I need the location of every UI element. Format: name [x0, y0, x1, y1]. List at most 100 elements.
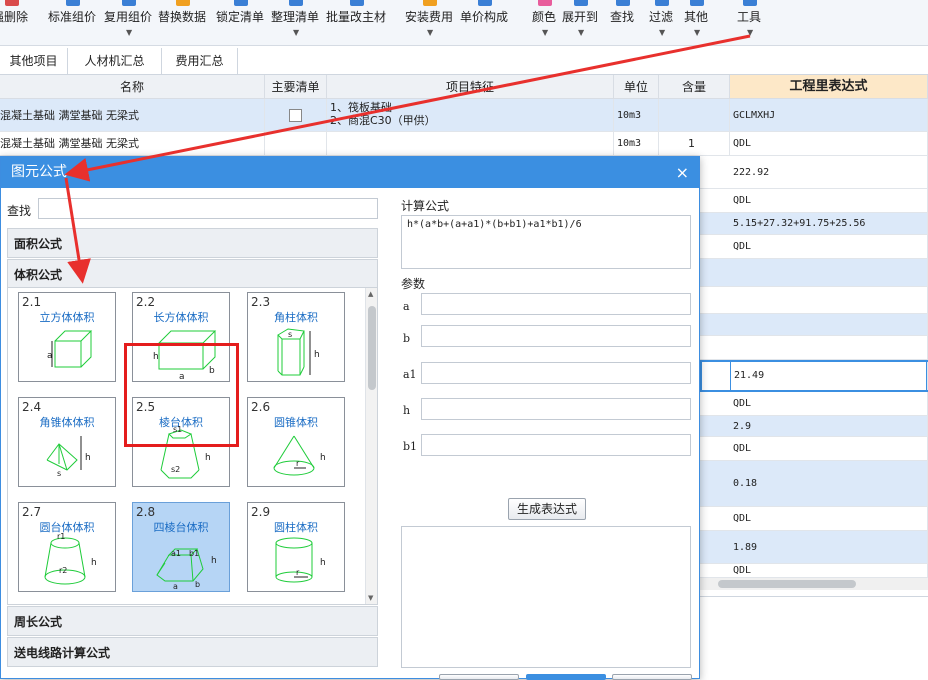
- organize-list-button[interactable]: 整理清单 ▼: [271, 0, 321, 40]
- unit-price-button[interactable]: 单价构成: [460, 0, 510, 40]
- cell-expression[interactable]: 1.89: [730, 531, 928, 563]
- scrollbar-thumb[interactable]: [368, 306, 376, 390]
- chevron-down-icon: ▼: [747, 28, 754, 37]
- cell-name[interactable]: 混凝土基础 满堂基础 无梁式: [0, 99, 265, 131]
- replace-data-button[interactable]: 替换数据: [158, 0, 208, 40]
- table-row[interactable]: 2.9: [700, 416, 928, 437]
- col-header-qty[interactable]: 含量: [659, 75, 730, 99]
- dialog-confirm-button[interactable]: [526, 674, 606, 680]
- table-row[interactable]: [700, 287, 928, 314]
- table-row-selected[interactable]: 21.49: [700, 360, 928, 392]
- generate-expression-button[interactable]: 生成表达式: [508, 498, 586, 520]
- col-header-name[interactable]: 名称: [0, 75, 265, 99]
- cell-qty[interactable]: 1: [659, 132, 730, 155]
- close-icon[interactable]: ×: [676, 157, 689, 188]
- category-power-line-formula[interactable]: 送电线路计算公式: [7, 637, 378, 667]
- table-row[interactable]: 0.18: [700, 461, 928, 507]
- install-fee-button[interactable]: 安装费用 ▼: [405, 0, 455, 40]
- table-row[interactable]: 5.15+27.32+91.75+25.56: [700, 213, 928, 235]
- formula-textarea[interactable]: h*(a*b+(a+a1)*(b+b1)+a1*b1)/6: [401, 215, 691, 269]
- cell-expression[interactable]: GCLMXHJ: [730, 99, 928, 131]
- category-area-formula[interactable]: 面积公式: [7, 228, 378, 258]
- standard-price-button[interactable]: 标准组价: [48, 0, 98, 40]
- dialog-button-left[interactable]: [439, 674, 519, 680]
- cell-expression[interactable]: QDL: [730, 437, 928, 460]
- cell-expression[interactable]: [730, 287, 928, 313]
- table-row[interactable]: QDL: [700, 235, 928, 259]
- table-row[interactable]: QDL: [700, 189, 928, 213]
- main-list-checkbox[interactable]: [289, 109, 302, 122]
- scrollbar-thumb[interactable]: [718, 580, 856, 588]
- col-header-main-list[interactable]: 主要清单: [265, 75, 327, 99]
- cell-expression[interactable]: QDL: [730, 392, 928, 415]
- param-input-a[interactable]: [421, 293, 691, 315]
- lock-list-button[interactable]: 锁定清单: [216, 0, 266, 40]
- tab-other-items[interactable]: 其他项目: [0, 48, 68, 75]
- scroll-down-icon[interactable]: ▼: [368, 594, 373, 602]
- cell-expression[interactable]: QDL: [730, 507, 928, 530]
- cell-feature[interactable]: [327, 132, 614, 155]
- formula-card-prism[interactable]: 2.3 角柱体积 sh: [247, 292, 345, 382]
- cell-expression[interactable]: QDL: [730, 132, 928, 155]
- cell-expression[interactable]: 222.92: [730, 156, 928, 188]
- table-row[interactable]: [700, 336, 928, 360]
- cell-unit[interactable]: 10m3: [614, 99, 659, 131]
- table-row[interactable]: QDL: [700, 507, 928, 531]
- other-button[interactable]: 其他 ▼: [684, 0, 710, 40]
- col-header-feature[interactable]: 项目特征: [327, 75, 614, 99]
- batch-material-button[interactable]: 批量改主材: [326, 0, 388, 40]
- tools-button[interactable]: 工具 ▼: [737, 0, 763, 40]
- expression-output[interactable]: [401, 526, 691, 668]
- cell-qty[interactable]: [659, 99, 730, 131]
- formula-card-truncated-cone[interactable]: 2.7 圆台体体积 r1 r2 h: [18, 502, 116, 592]
- formula-card-cube[interactable]: 2.1 立方体体积 a: [18, 292, 116, 382]
- dialog-button-right[interactable]: [612, 674, 692, 680]
- scroll-up-icon[interactable]: ▲: [368, 290, 373, 298]
- formula-card-cone[interactable]: 2.6 圆锥体积 rh: [247, 397, 345, 487]
- formula-card-cylinder[interactable]: 2.9 圆柱体积 rh: [247, 502, 345, 592]
- formula-card-pyramid[interactable]: 2.4 角锥体体积 sh: [18, 397, 116, 487]
- cell-expression[interactable]: QDL: [730, 189, 928, 212]
- col-header-expression[interactable]: 工程里表达式: [730, 75, 928, 99]
- cell-expression[interactable]: QDL: [730, 564, 928, 577]
- cell-expression[interactable]: 5.15+27.32+91.75+25.56: [730, 213, 928, 234]
- category-perimeter-formula[interactable]: 周长公式: [7, 606, 378, 636]
- cell-expression[interactable]: 2.9: [730, 416, 928, 436]
- expand-button[interactable]: 展开到 ▼: [562, 0, 600, 40]
- cell-unit[interactable]: 10m3: [614, 132, 659, 155]
- table-row[interactable]: [700, 259, 928, 287]
- delete-button[interactable]: 强删除: [0, 0, 32, 40]
- table-row[interactable]: 混凝土基础 满堂基础 无梁式 10m3 1 QDL: [0, 132, 928, 156]
- horizontal-scrollbar[interactable]: [700, 578, 928, 590]
- formula-card-square-frustum[interactable]: 2.8 四棱台体积 a1 b1 a b h: [132, 502, 230, 592]
- table-row[interactable]: [700, 314, 928, 336]
- col-header-unit[interactable]: 单位: [614, 75, 659, 99]
- gallery-scrollbar[interactable]: ▲ ▼: [365, 288, 377, 604]
- reuse-price-button[interactable]: 复用组价 ▼: [104, 0, 154, 40]
- search-input[interactable]: [38, 198, 378, 219]
- table-row[interactable]: 222.92: [700, 156, 928, 189]
- cell-feature[interactable]: 1、筏板基础 2、商混C30（甲供）: [327, 99, 614, 131]
- param-input-h[interactable]: [421, 398, 691, 420]
- table-row[interactable]: QDL: [700, 437, 928, 461]
- tab-labor-material-summary[interactable]: 人材机汇总: [68, 48, 162, 75]
- filter-button[interactable]: 过滤 ▼: [649, 0, 675, 40]
- tab-fee-summary[interactable]: 费用汇总: [162, 48, 238, 75]
- cell-expression[interactable]: [730, 259, 928, 286]
- search-button[interactable]: 查找: [610, 0, 636, 40]
- table-row[interactable]: 1.89: [700, 531, 928, 564]
- cell-expression[interactable]: [730, 314, 928, 335]
- param-input-b1[interactable]: [421, 434, 691, 456]
- cell-expression[interactable]: 21.49: [730, 362, 928, 390]
- cell-name[interactable]: 混凝土基础 满堂基础 无梁式: [0, 132, 265, 155]
- table-row[interactable]: QDL: [700, 392, 928, 416]
- cell-expression[interactable]: QDL: [730, 235, 928, 258]
- color-button[interactable]: 颜色 ▼: [532, 0, 558, 40]
- cell-expression[interactable]: [730, 336, 928, 359]
- cell-expression[interactable]: 0.18: [730, 461, 928, 506]
- table-row[interactable]: 混凝土基础 满堂基础 无梁式 1、筏板基础 2、商混C30（甲供） 10m3 GC…: [0, 99, 928, 132]
- table-row[interactable]: QDL: [700, 564, 928, 578]
- param-input-a1[interactable]: [421, 362, 691, 384]
- category-volume-formula[interactable]: 体积公式: [7, 259, 378, 289]
- param-input-b[interactable]: [421, 325, 691, 347]
